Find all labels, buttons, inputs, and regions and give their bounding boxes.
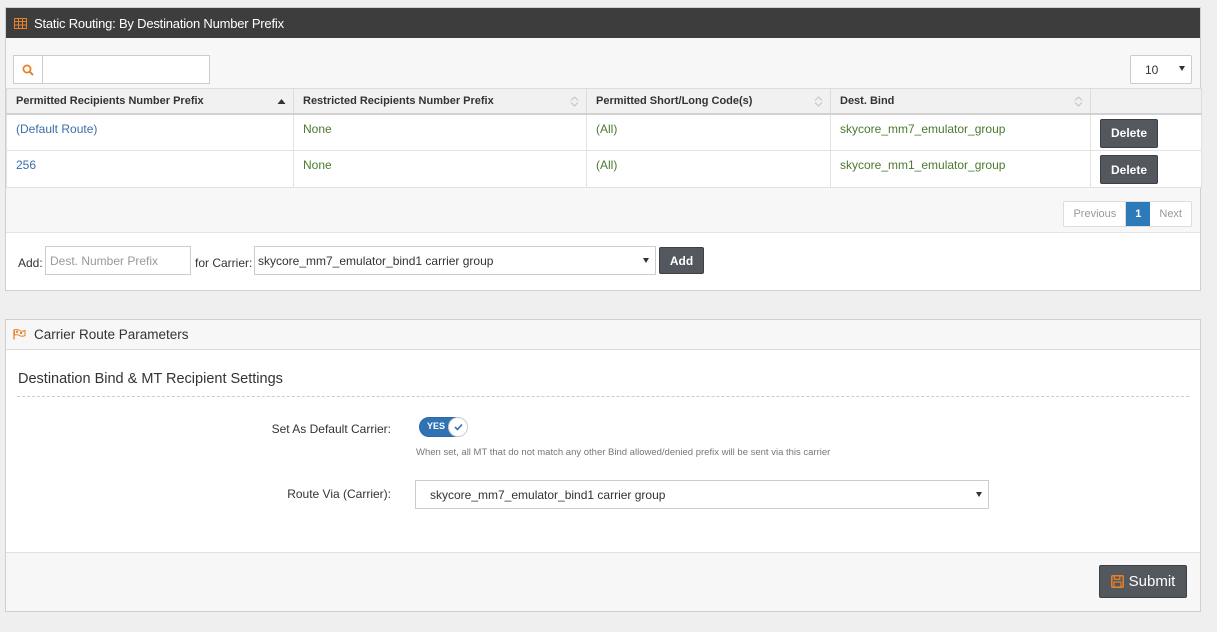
pagination-previous[interactable]: Previous — [1064, 202, 1127, 226]
for-carrier-label: for Carrier: — [195, 256, 253, 270]
table-toolbar: 10 — [6, 38, 1200, 88]
default-carrier-toggle[interactable]: YES — [419, 417, 468, 437]
column-header-dest-bind[interactable]: Dest. Bind — [830, 88, 1091, 115]
toggle-state-text: YES — [427, 421, 446, 431]
route-prefix-link[interactable]: (Default Route) — [16, 122, 97, 136]
check-icon — [453, 423, 463, 431]
add-route-row: Add: for Carrier: skycore_mm7_emulator_b… — [6, 232, 1200, 290]
cell-prefix: (Default Route) — [6, 113, 294, 151]
cell-actions: Delete — [1090, 113, 1202, 151]
table-icon — [14, 17, 27, 29]
chevron-down-icon — [643, 258, 649, 263]
column-header-codes[interactable]: Permitted Short/Long Code(s) — [586, 88, 831, 115]
route-via-select[interactable]: skycore_mm7_emulator_bind1 carrier group — [415, 480, 989, 509]
section-title: Destination Bind & MT Recipient Settings — [18, 371, 283, 387]
column-header-restricted-prefix[interactable]: Restricted Recipients Number Prefix — [293, 88, 587, 115]
cell-prefix: 256 — [6, 150, 294, 188]
table-row: 256 None (All) skycore_mm1_emulator_grou… — [6, 150, 1202, 188]
delete-button[interactable]: Delete — [1100, 118, 1158, 148]
pagination: Previous 1 Next — [1063, 201, 1192, 227]
carrier-select[interactable]: skycore_mm7_emulator_bind1 carrier group — [254, 246, 656, 275]
carrier-route-header: Carrier Route Parameters — [6, 320, 1200, 350]
pagination-next[interactable]: Next — [1150, 202, 1191, 226]
static-routing-header: Static Routing: By Destination Number Pr… — [6, 8, 1200, 38]
panel-title: Static Routing: By Destination Number Pr… — [34, 15, 284, 31]
route-via-label: Route Via (Carrier): — [287, 487, 391, 501]
route-prefix-link[interactable]: 256 — [16, 158, 36, 172]
pagination-page-1[interactable]: 1 — [1126, 202, 1151, 226]
cell-restricted: None — [293, 113, 587, 151]
sort-ascending-icon — [277, 99, 286, 104]
submit-button[interactable]: Submit — [1099, 565, 1187, 598]
default-carrier-help: When set, all MT that do not match any o… — [416, 447, 831, 458]
panel-title: Carrier Route Parameters — [34, 327, 189, 342]
table-header-row: Permitted Recipients Number Prefix Restr… — [6, 88, 1202, 115]
add-label: Add: — [18, 256, 43, 270]
panel-footer: Submit — [6, 552, 1200, 611]
cell-dest-bind: skycore_mm1_emulator_group — [830, 150, 1091, 188]
search-button[interactable] — [13, 55, 42, 84]
page-size-value: 10 — [1145, 62, 1159, 77]
search-icon — [22, 64, 34, 76]
chevron-down-icon — [1179, 66, 1185, 71]
chevron-down-icon — [976, 492, 982, 497]
add-button[interactable]: Add — [659, 247, 704, 274]
default-carrier-label: Set As Default Carrier: — [271, 422, 391, 436]
submit-label: Submit — [1128, 573, 1176, 590]
static-routing-body: 10 Permitted Recipients Number Prefix Re… — [6, 38, 1202, 290]
sort-icon — [570, 96, 579, 107]
cell-dest-bind: skycore_mm7_emulator_group — [830, 113, 1091, 151]
cell-restricted: None — [293, 150, 587, 188]
delete-button[interactable]: Delete — [1100, 155, 1158, 184]
cell-codes: (All) — [586, 113, 831, 151]
table-row: (Default Route) None (All) skycore_mm7_e… — [6, 113, 1202, 151]
static-routing-panel: Static Routing: By Destination Number Pr… — [5, 7, 1202, 291]
section-divider — [17, 396, 1189, 397]
sort-icon — [814, 96, 823, 107]
floppy-disk-icon — [1110, 575, 1124, 588]
sort-icon — [1074, 96, 1083, 107]
carrier-route-panel: Carrier Route Parameters Destination Bin… — [5, 319, 1201, 612]
carrier-select-value: skycore_mm7_emulator_bind1 carrier group — [258, 253, 494, 268]
column-header-actions — [1090, 88, 1202, 115]
search-input[interactable] — [42, 55, 210, 84]
cell-actions: Delete — [1090, 150, 1202, 188]
toggle-knob — [448, 417, 468, 437]
cell-codes: (All) — [586, 150, 831, 188]
flag-icon — [13, 329, 26, 340]
route-via-value: skycore_mm7_emulator_bind1 carrier group — [430, 487, 666, 502]
routes-table: Permitted Recipients Number Prefix Restr… — [6, 88, 1202, 188]
dest-prefix-input[interactable] — [45, 246, 191, 275]
column-header-permitted-prefix[interactable]: Permitted Recipients Number Prefix — [6, 88, 294, 115]
page-size-select[interactable]: 10 — [1130, 55, 1192, 84]
